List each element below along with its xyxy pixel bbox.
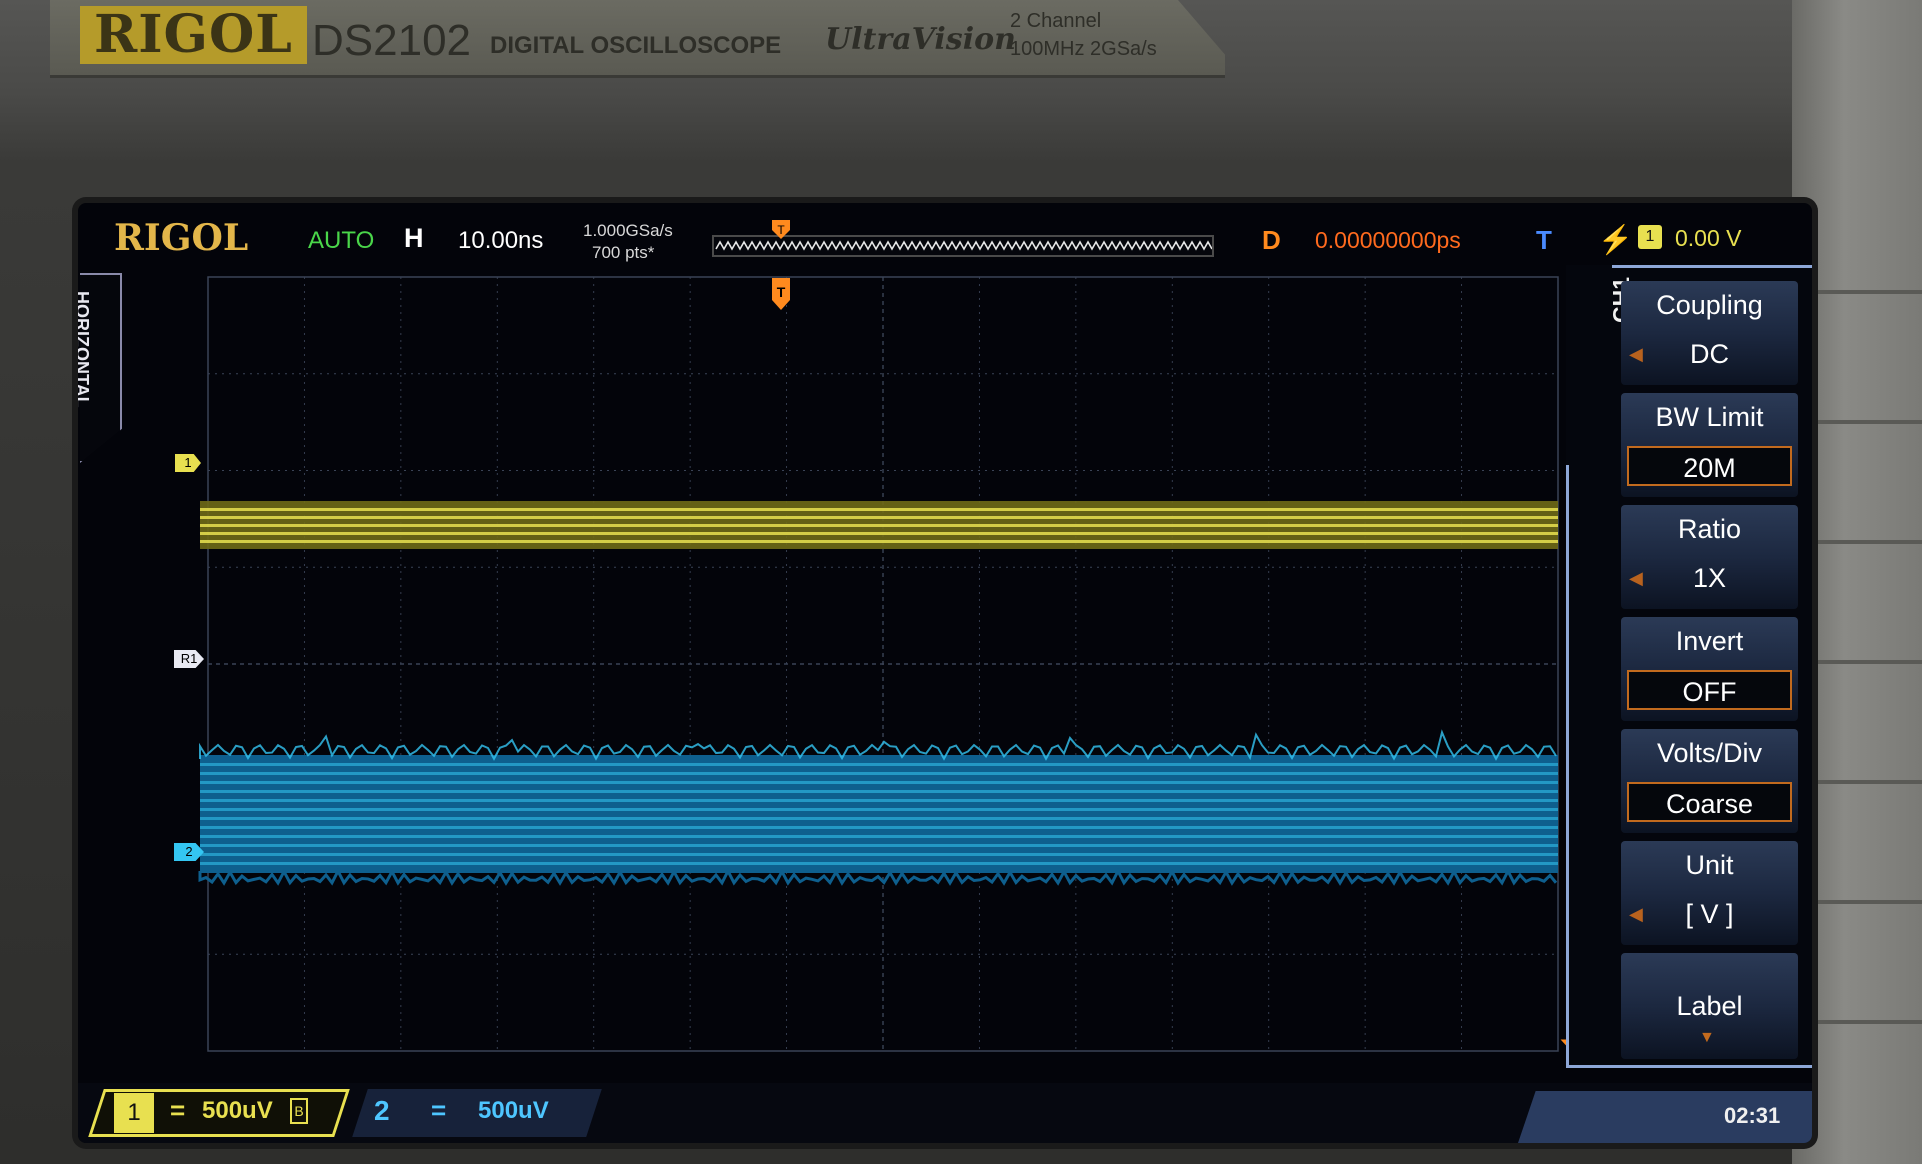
trigger-position-marker: T T: [772, 220, 790, 310]
channel-spec: 2 Channel: [1010, 10, 1102, 32]
device-description: DIGITAL OSCILLOSCOPE: [490, 32, 782, 59]
ch1-coupling-icon: =: [170, 1095, 186, 1125]
ch1-trace-line: [200, 524, 1558, 527]
knob-arrow-icon: ◀: [1629, 568, 1643, 588]
ch1-menu-tab: [1566, 265, 1612, 465]
softkey-volts-div[interactable]: Volts/Div Coarse: [1621, 729, 1798, 833]
ch2-trace-line: [200, 844, 1558, 847]
softkey-label: Invert: [1675, 626, 1744, 656]
waveform-graticule: T T: [198, 220, 1594, 1058]
ch2-coupling-icon: =: [431, 1095, 447, 1125]
ch1-trace-line: [200, 540, 1558, 543]
brand-plate: RIGOL DS2102 DIGITAL OSCILLOSCOPE UltraV…: [50, 0, 1225, 78]
softkey-label: Label: [1676, 991, 1743, 1021]
ch1-trace-line: [200, 532, 1558, 535]
oscilloscope-display: RIGOL AUTO H 10.00ns 1.000GSa/s 700 pts*…: [78, 203, 1812, 1143]
softkey-label: Volts/Div: [1656, 738, 1763, 768]
ch2-trace-line: [200, 826, 1558, 829]
softkey-unit[interactable]: Unit [ V ] ◀: [1621, 841, 1798, 945]
model-name: DS2102: [312, 16, 472, 65]
softkey-value: 20M: [1627, 446, 1792, 486]
brand-logo: RIGOL: [80, 6, 307, 64]
ch2-trace-line: [200, 763, 1558, 766]
ch1-vertical-scale: 500uV: [202, 1097, 273, 1124]
ch2-trace-line: [200, 835, 1558, 838]
softkey-value: 1X: [1692, 563, 1727, 593]
knob-arrow-icon: ◀: [1629, 904, 1643, 924]
ch2-trace-line: [200, 808, 1558, 811]
ch2-trace-line: [200, 799, 1558, 802]
chevron-down-icon: ▼: [1699, 1029, 1715, 1046]
ch2-trace-line: [200, 862, 1558, 865]
ch2-trace-line: [200, 790, 1558, 793]
ch2-trace-line: [200, 781, 1558, 784]
ch2-status-frame[interactable]: [352, 1089, 602, 1137]
trigger-marker-letter: T: [777, 284, 786, 300]
ch2-trace-line: [200, 853, 1558, 856]
series-logo: UltraVision: [825, 22, 1016, 57]
softkey-bw-limit[interactable]: BW Limit 20M: [1621, 393, 1798, 497]
softkey-label: Unit: [1685, 850, 1734, 880]
softkey-label: BW Limit: [1655, 402, 1764, 432]
ch2-number: 2: [374, 1095, 390, 1126]
softkey-label: Coupling: [1656, 290, 1763, 320]
softkey-invert[interactable]: Invert OFF: [1621, 617, 1798, 721]
softkey-menu: Coupling DC ◀ BW Limit 20M Ratio 1X ◀ Invert OFF V…: [1621, 281, 1798, 1067]
ch1-number: 1: [114, 1093, 154, 1133]
knob-arrow-icon: ◀: [1629, 344, 1643, 364]
softkey-value: DC: [1690, 339, 1729, 369]
softkey-value: OFF: [1627, 670, 1792, 710]
softkey-ratio[interactable]: Ratio 1X ◀: [1621, 505, 1798, 609]
softkey-label: Ratio: [1677, 514, 1742, 544]
bottom-status-bar: 1 = 500uV B 2 = 500uV 02:31: [78, 1083, 1812, 1143]
ch2-vertical-scale: 500uV: [478, 1097, 549, 1124]
softkey-value: Coarse: [1627, 782, 1792, 822]
trigger-top-letter: T: [777, 223, 785, 237]
system-clock: 02:31: [1724, 1103, 1781, 1128]
bw-limit-icon: B: [290, 1098, 308, 1124]
ch2-trace-line: [200, 772, 1558, 775]
softkey-coupling[interactable]: Coupling DC ◀: [1621, 281, 1798, 385]
ch1-trace-line: [200, 516, 1558, 519]
softkey-label[interactable]: Label ▼: [1621, 953, 1798, 1059]
softkey-value: [ V ]: [1685, 899, 1734, 929]
bandwidth-spec: 100MHz 2GSa/s: [1010, 38, 1157, 60]
ch2-trace-line: [200, 817, 1558, 820]
ch1-trace-line: [200, 508, 1558, 511]
